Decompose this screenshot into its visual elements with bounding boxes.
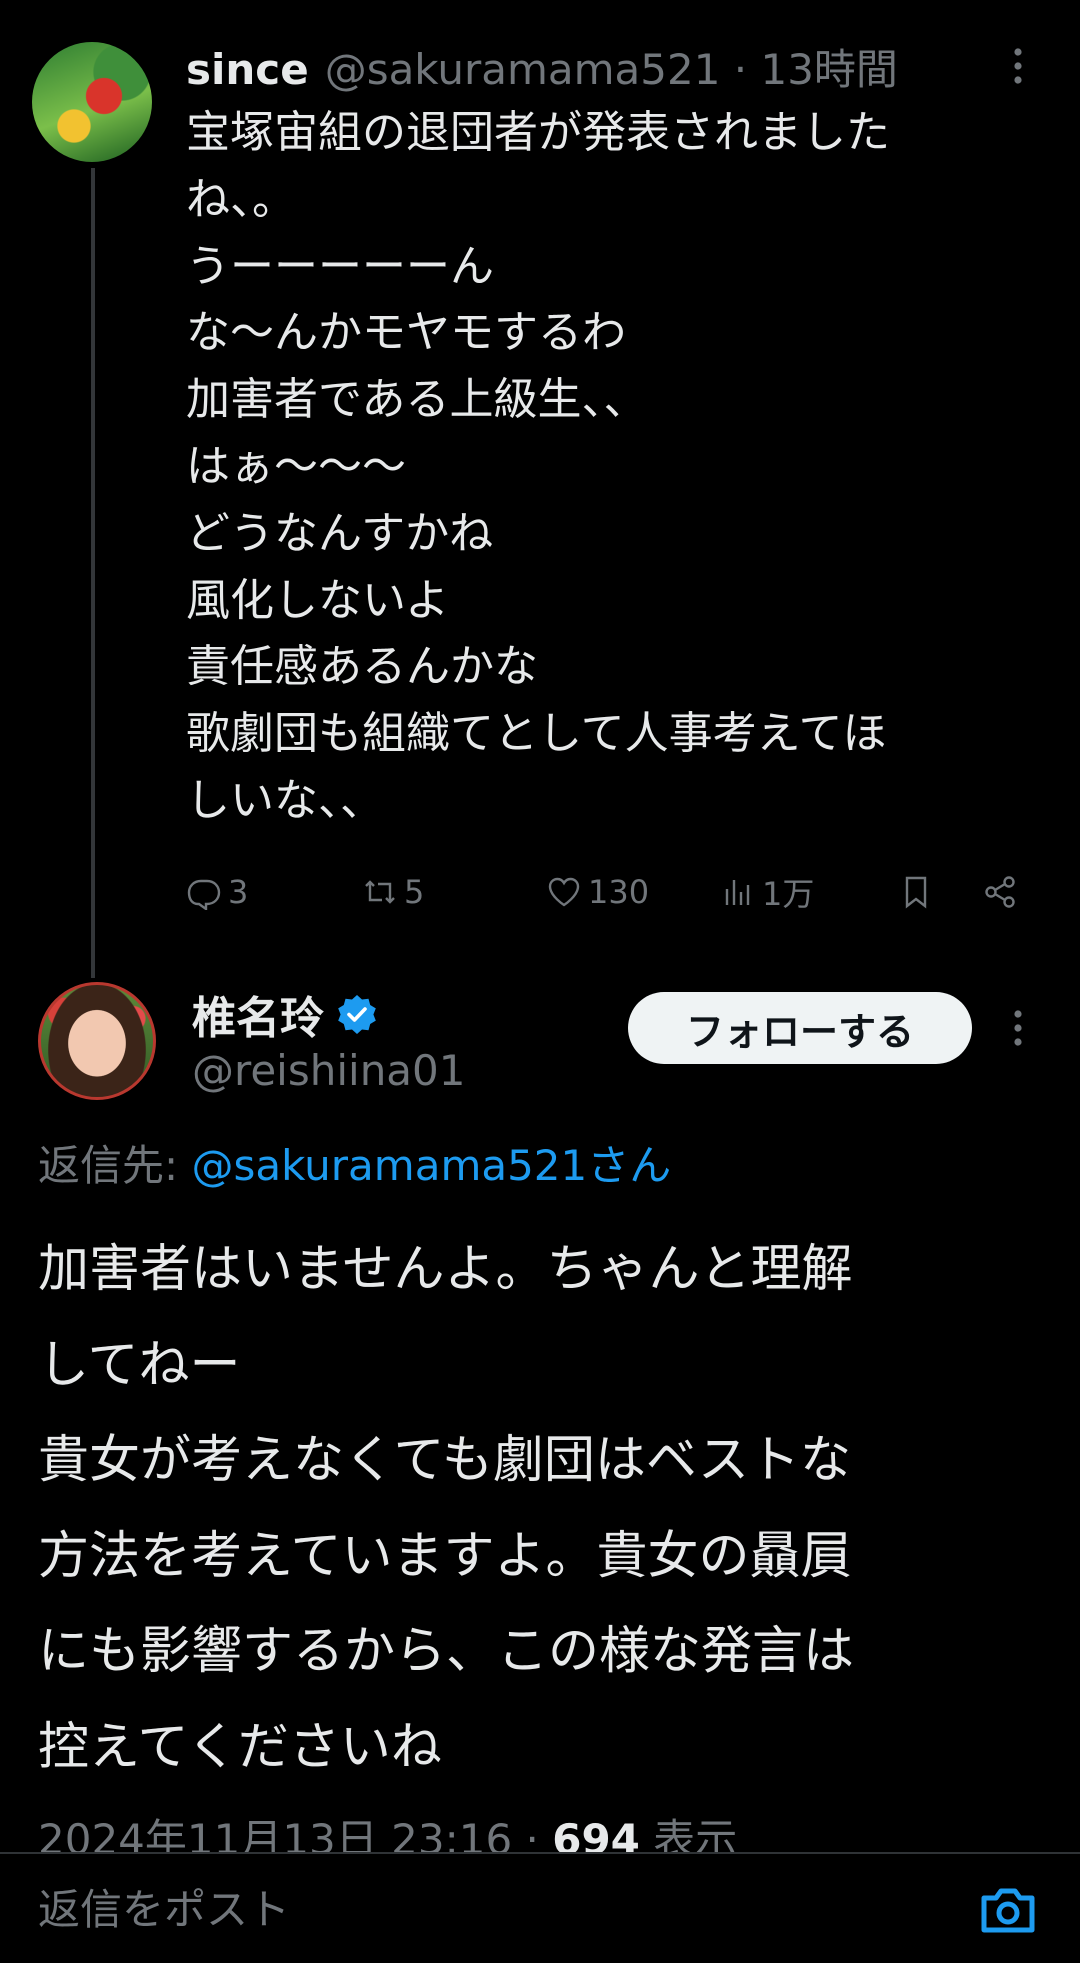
- display-name[interactable]: 椎名玲: [192, 982, 324, 1046]
- reply-to-mention-link[interactable]: @sakuramama521さん: [192, 1141, 672, 1190]
- follow-button[interactable]: フォローする: [628, 992, 972, 1064]
- reply-count: 3: [228, 873, 249, 911]
- reply-input[interactable]: [38, 1874, 918, 1944]
- reply-to-prefix: 返信先:: [38, 1141, 192, 1190]
- views-count: 1万: [762, 875, 815, 913]
- like-button[interactable]: 130: [546, 866, 649, 918]
- repost-button[interactable]: 5: [362, 866, 424, 918]
- more-vertical-icon[interactable]: [998, 1000, 1038, 1056]
- handle[interactable]: @reishiina01: [192, 1046, 466, 1095]
- avatar[interactable]: [32, 42, 152, 162]
- reply-icon: [187, 879, 221, 910]
- tweet-text: 宝塚宙組の退団者が発表されました ね、。 うーーーーーん な〜んかモヤモするわ …: [186, 107, 890, 826]
- verified-badge-icon: [338, 995, 376, 1034]
- heart-icon: [548, 877, 580, 907]
- camera-icon[interactable]: [976, 1880, 1040, 1940]
- tweet-thread-screen: since @sakuramama521 · 13時間 宝塚宙組の退団者が発表さ…: [0, 0, 1080, 1963]
- share-icon: [985, 876, 1015, 908]
- reply-author-row: 椎名玲: [192, 984, 378, 1044]
- parent-tweet[interactable]: since @sakuramama521 · 13時間 宝塚宙組の退団者が発表さ…: [0, 0, 1080, 990]
- bookmark-button[interactable]: [898, 866, 934, 918]
- views-icon: [725, 880, 750, 905]
- tweet-text: 加害者はいませんよ。ちゃんと理解 してねー 貴女が考えなくても劇団はベストな 方…: [38, 1240, 855, 1777]
- handle-and-time[interactable]: @sakuramama521 · 13時間: [325, 36, 898, 97]
- reply-composer-bar: [0, 1852, 1080, 1963]
- more-vertical-icon[interactable]: [998, 38, 1038, 94]
- repost-count: 5: [404, 873, 425, 911]
- tweet-actions-bar: 3 5 130 1万: [186, 866, 1026, 918]
- reply-button[interactable]: 3: [186, 866, 248, 918]
- parent-tweet-header: since @sakuramama521 · 13時間: [186, 36, 1016, 94]
- avatar[interactable]: [38, 982, 156, 1100]
- like-count: 130: [588, 873, 650, 911]
- share-button[interactable]: [982, 866, 1018, 918]
- reply-to-line: 返信先: @sakuramama521さん: [38, 1132, 671, 1193]
- repost-icon: [365, 880, 395, 904]
- display-name[interactable]: since: [186, 45, 309, 94]
- thread-connector-line: [91, 168, 95, 978]
- views-button[interactable]: 1万: [720, 866, 814, 918]
- bookmark-icon: [905, 876, 927, 909]
